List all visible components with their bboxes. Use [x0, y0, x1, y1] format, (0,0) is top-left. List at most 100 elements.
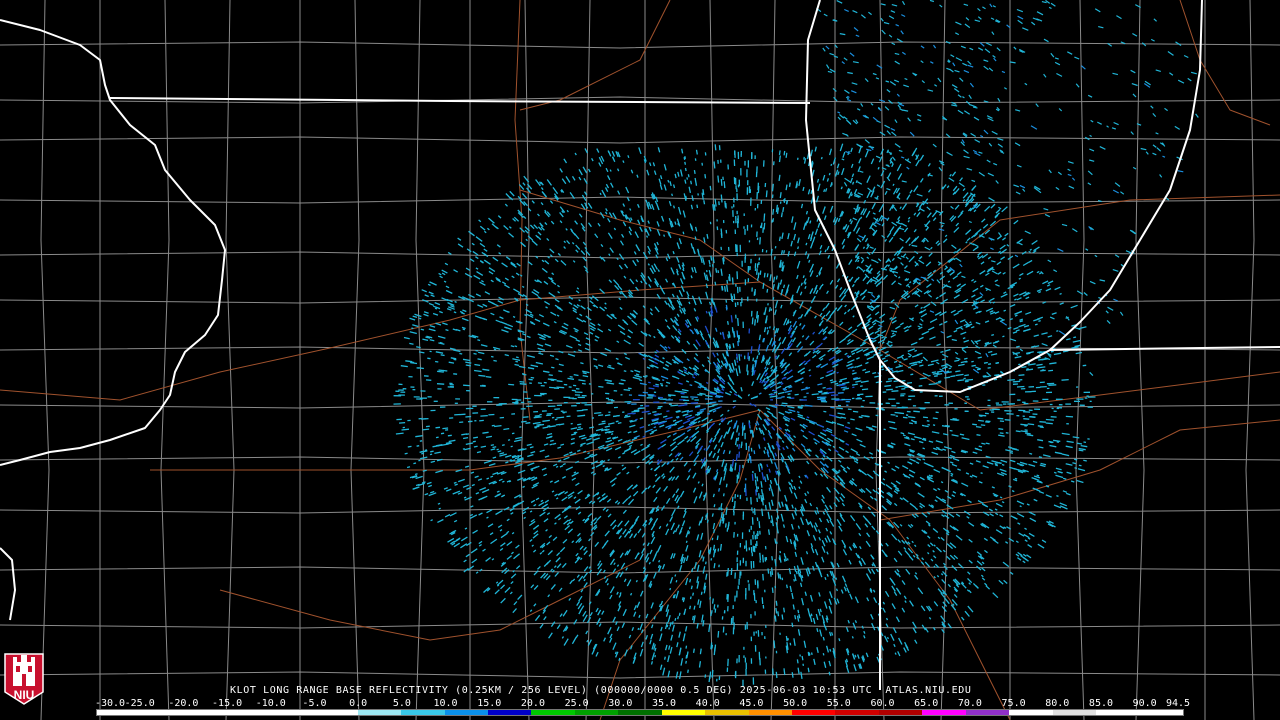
echo-mark — [821, 494, 825, 499]
echo-mark — [536, 343, 544, 347]
echo-mark — [972, 582, 979, 589]
echo-mark — [654, 200, 658, 204]
echo-mark — [705, 341, 709, 346]
echo-mark — [508, 383, 515, 386]
echo-mark — [976, 255, 980, 258]
echo-mark — [719, 413, 724, 418]
echo-mark — [741, 422, 744, 429]
echo-mark — [721, 332, 726, 340]
echo-mark — [990, 353, 998, 356]
echo-mark — [718, 522, 721, 527]
echo-mark — [1012, 331, 1018, 334]
echo-mark — [617, 501, 621, 505]
echo-mark — [812, 617, 816, 624]
echo-mark — [510, 551, 514, 555]
echo-mark — [668, 201, 672, 207]
echo-mark — [617, 520, 623, 528]
echo-mark — [550, 583, 556, 590]
echo-mark — [708, 422, 716, 429]
echo-mark — [861, 414, 869, 418]
echo-mark — [666, 624, 669, 628]
echo-mark — [631, 627, 635, 632]
echo-mark — [916, 457, 922, 461]
echo-mark — [998, 579, 1004, 585]
echo-mark — [953, 312, 959, 316]
echo-mark — [827, 391, 835, 394]
echo-mark — [792, 337, 797, 343]
echo-mark — [647, 245, 652, 252]
echo-mark — [654, 354, 660, 358]
echo-mark — [586, 437, 592, 441]
echo-mark — [645, 374, 648, 377]
echo-mark — [806, 416, 810, 419]
echo-mark — [559, 168, 563, 173]
echo-mark — [720, 365, 723, 368]
echo-mark — [703, 200, 706, 205]
echo-mark — [1078, 326, 1087, 330]
echo-mark — [598, 364, 604, 368]
echo-mark — [635, 579, 638, 583]
echo-mark — [582, 319, 587, 323]
echo-mark — [575, 634, 579, 638]
echo-mark — [680, 392, 685, 395]
echo-mark — [856, 276, 860, 280]
echo-mark — [589, 611, 593, 617]
echo-mark — [868, 317, 872, 321]
echo-mark — [814, 441, 818, 445]
echo-mark — [809, 521, 814, 528]
echo-mark — [1026, 270, 1034, 276]
echo-mark — [596, 568, 603, 576]
echo-mark — [603, 637, 606, 642]
echo-mark — [778, 236, 781, 242]
echo-mark — [471, 242, 475, 246]
echo-mark — [791, 447, 796, 452]
echo-mark — [771, 587, 774, 593]
echo-mark — [698, 491, 703, 499]
echo-mark — [522, 182, 526, 186]
echo-mark — [690, 585, 693, 590]
echo-mark — [881, 505, 888, 511]
echo-mark — [563, 246, 566, 250]
echo-mark — [894, 652, 897, 655]
echo-mark — [897, 216, 901, 221]
echo-mark — [1039, 464, 1046, 468]
echo-mark — [818, 517, 823, 523]
echo-mark — [836, 304, 843, 312]
echo-mark — [838, 638, 841, 642]
echo-mark — [699, 407, 706, 411]
echo-mark — [819, 608, 822, 613]
echo-mark — [578, 299, 581, 302]
echo-mark — [684, 626, 688, 632]
echo-mark — [704, 174, 707, 179]
echo-mark — [840, 493, 846, 499]
echo-mark — [647, 485, 651, 490]
echo-mark — [944, 348, 951, 352]
echo-mark — [708, 269, 712, 277]
echo-mark — [778, 555, 782, 563]
echo-mark — [531, 544, 534, 547]
echo-mark — [757, 272, 760, 279]
echo-mark — [660, 600, 664, 605]
echo-mark — [781, 376, 786, 380]
echo-mark — [477, 339, 481, 342]
echo-mark — [785, 635, 788, 642]
echo-mark — [826, 245, 830, 251]
echo-mark — [663, 184, 667, 191]
echo-mark — [930, 359, 939, 363]
echo-mark — [825, 527, 829, 532]
echo-mark — [942, 549, 946, 553]
echo-mark — [773, 283, 775, 287]
echo-mark — [465, 442, 474, 446]
echo-mark — [931, 371, 937, 374]
echo-mark — [716, 406, 720, 410]
echo-mark — [877, 327, 881, 331]
echo-mark — [886, 232, 892, 238]
echo-mark — [1037, 439, 1044, 442]
echo-mark — [949, 271, 955, 276]
echo-mark — [692, 459, 696, 463]
echo-mark — [697, 481, 700, 484]
echo-mark — [662, 366, 669, 371]
echo-mark — [607, 328, 612, 332]
echo-mark — [484, 291, 491, 295]
echo-mark — [477, 351, 485, 355]
